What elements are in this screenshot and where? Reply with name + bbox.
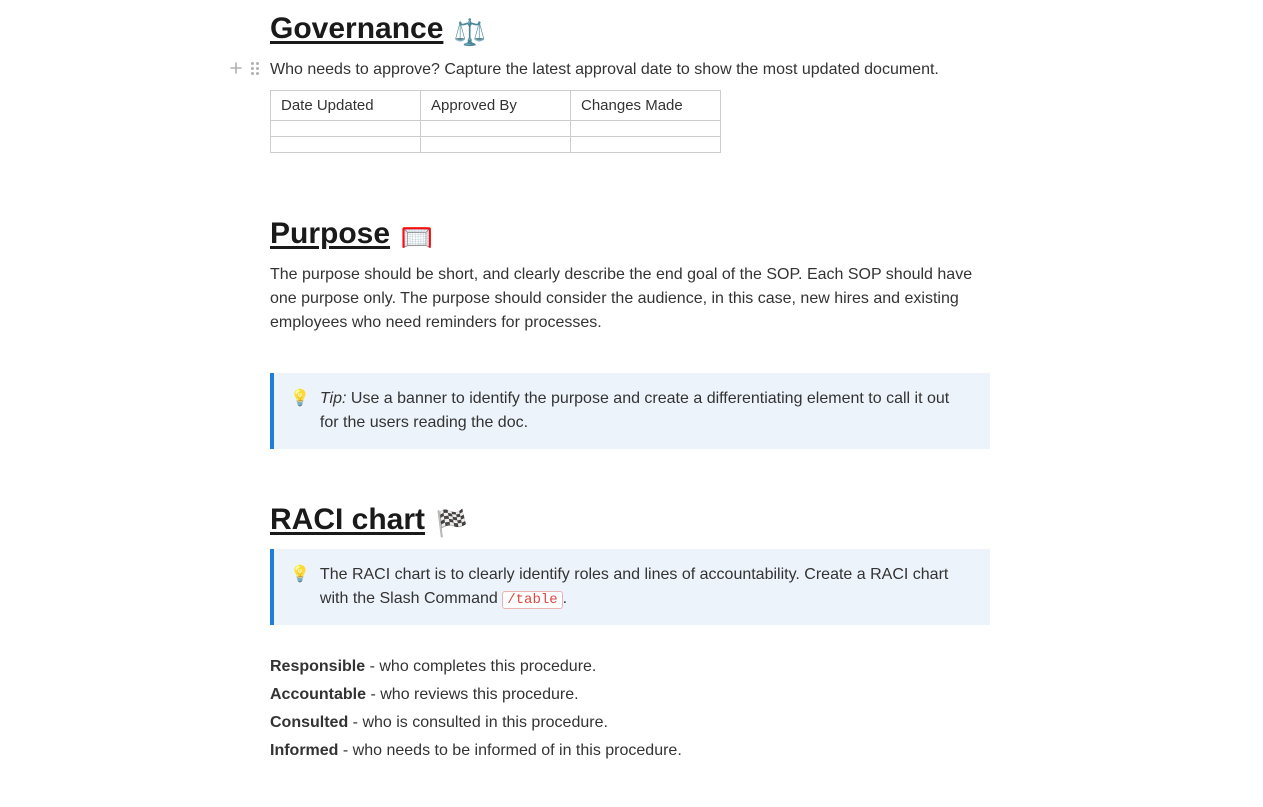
table-cell[interactable]	[571, 121, 721, 137]
table-cell[interactable]	[271, 137, 421, 153]
callout-body: Tip: Use a banner to identify the purpos…	[320, 387, 972, 435]
balance-scale-icon: ⚖️	[454, 17, 486, 48]
governance-table[interactable]: Date Updated Approved By Changes Made	[270, 90, 721, 153]
purpose-body[interactable]: The purpose should be short, and clearly…	[270, 263, 990, 335]
table-row	[271, 137, 721, 153]
lightbulb-icon: 💡	[290, 563, 310, 611]
purpose-heading-line: Purpose 🥅	[270, 217, 990, 253]
governance-intro[interactable]: Who needs to approve? Capture the latest…	[270, 58, 990, 82]
raci-term: Accountable	[270, 686, 366, 703]
table-cell[interactable]	[421, 137, 571, 153]
raci-desc: - who needs to be informed of in this pr…	[338, 742, 681, 759]
raci-heading-line: RACI chart 🏁	[270, 503, 990, 539]
document-body: Governance ⚖️ Who needs to approve? Capt…	[270, 0, 990, 807]
table-header-date[interactable]: Date Updated	[271, 91, 421, 121]
raci-term: Responsible	[270, 658, 365, 675]
governance-heading-line: Governance ⚖️	[270, 12, 990, 48]
purpose-heading[interactable]: Purpose	[270, 217, 390, 250]
callout-text-after: .	[563, 590, 567, 607]
raci-desc: - who reviews this procedure.	[366, 686, 579, 703]
raci-term: Informed	[270, 742, 338, 759]
raci-item-consulted[interactable]: Consulted - who is consulted in this pro…	[270, 711, 990, 735]
callout-text: Use a banner to identify the purpose and…	[320, 390, 949, 431]
table-header-approved[interactable]: Approved By	[421, 91, 571, 121]
goal-net-icon: 🥅	[400, 222, 432, 253]
table-row	[271, 121, 721, 137]
raci-item-informed[interactable]: Informed - who needs to be informed of i…	[270, 739, 990, 763]
raci-desc: - who is consulted in this procedure.	[348, 714, 608, 731]
checkered-flag-icon: 🏁	[435, 508, 467, 539]
table-cell[interactable]	[271, 121, 421, 137]
raci-heading[interactable]: RACI chart	[270, 503, 425, 536]
raci-desc: - who completes this procedure.	[365, 658, 596, 675]
tip-label: Tip:	[320, 390, 347, 407]
table-cell[interactable]	[421, 121, 571, 137]
drag-handle[interactable]	[248, 60, 262, 76]
raci-item-accountable[interactable]: Accountable - who reviews this procedure…	[270, 683, 990, 707]
callout-text-before: The RACI chart is to clearly identify ro…	[320, 566, 948, 607]
table-header-row: Date Updated Approved By Changes Made	[271, 91, 721, 121]
raci-item-responsible[interactable]: Responsible - who completes this procedu…	[270, 655, 990, 679]
purpose-callout[interactable]: 💡 Tip: Use a banner to identify the purp…	[270, 373, 990, 449]
slash-command-code: /table	[502, 591, 562, 609]
raci-term: Consulted	[270, 714, 348, 731]
block-handles	[228, 60, 262, 76]
raci-definitions: Responsible - who completes this procedu…	[270, 655, 990, 763]
raci-callout[interactable]: 💡 The RACI chart is to clearly identify …	[270, 549, 990, 625]
table-header-changes[interactable]: Changes Made	[571, 91, 721, 121]
governance-intro-block: Who needs to approve? Capture the latest…	[270, 58, 990, 82]
callout-body: The RACI chart is to clearly identify ro…	[320, 563, 972, 611]
add-block-button[interactable]	[228, 60, 244, 76]
table-cell[interactable]	[571, 137, 721, 153]
governance-heading[interactable]: Governance	[270, 12, 443, 45]
lightbulb-icon: 💡	[290, 387, 310, 435]
